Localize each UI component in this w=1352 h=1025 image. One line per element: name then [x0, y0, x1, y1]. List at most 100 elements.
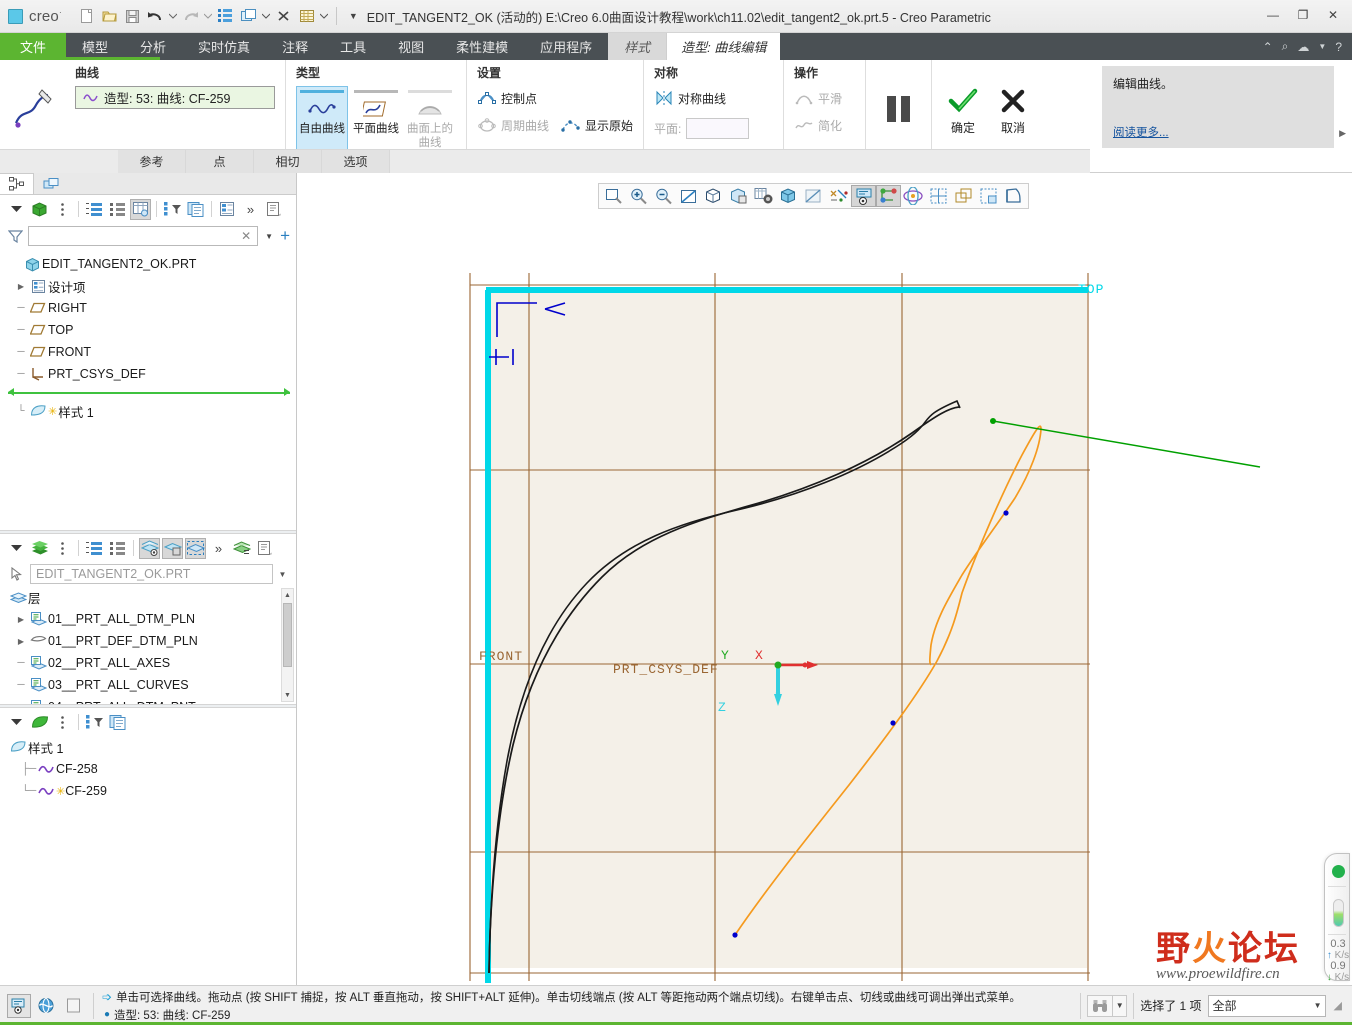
- layer-row-2[interactable]: ▶ 01__PRT_DEF_DTM_PLN: [0, 630, 296, 652]
- tab-annotate[interactable]: 注释: [266, 33, 324, 60]
- more-icon[interactable]: »: [240, 199, 261, 220]
- layer-list-scrollbar[interactable]: ▲ ▼: [281, 588, 294, 702]
- zoom-refit-icon[interactable]: [601, 185, 626, 207]
- help-icon[interactable]: ?: [1335, 40, 1342, 54]
- collapse-ribbon-icon[interactable]: ⌃: [1263, 40, 1273, 54]
- confirm-button[interactable]: 确定: [942, 80, 984, 136]
- window-switch-icon[interactable]: [238, 5, 260, 27]
- tab-flexible-modeling[interactable]: 柔性建模: [440, 33, 524, 60]
- layer-root-icon[interactable]: [29, 538, 50, 559]
- style-filter-icon[interactable]: [84, 712, 105, 733]
- binoculars-icon[interactable]: [1087, 994, 1114, 1017]
- tab-live-simulation[interactable]: 实时仿真: [182, 33, 266, 60]
- close-window-icon[interactable]: [273, 5, 295, 27]
- layers-dropdown-icon[interactable]: [319, 5, 330, 27]
- tab-model[interactable]: 模型: [66, 33, 124, 60]
- maximize-button[interactable]: ❐: [1288, 3, 1318, 27]
- collapse-all-icon[interactable]: [107, 538, 128, 559]
- zoom-in-icon[interactable]: [626, 185, 651, 207]
- model-tree-tab[interactable]: [0, 173, 34, 194]
- model-canvas[interactable]: TOP FRONT PRT_CSYS_DEF Y X Z: [297, 173, 1352, 985]
- tree-root-icon[interactable]: [29, 199, 50, 220]
- symmetry-plane-field[interactable]: [686, 117, 750, 139]
- clear-icon[interactable]: ✕: [238, 229, 254, 243]
- redo-dropdown-icon[interactable]: [203, 5, 214, 27]
- tree-node-front[interactable]: ─ FRONT: [0, 341, 296, 363]
- style-collapse-arrow-icon[interactable]: [6, 712, 27, 733]
- tab-tools[interactable]: 工具: [324, 33, 382, 60]
- split-view-icon[interactable]: [976, 185, 1001, 207]
- window-dropdown-icon[interactable]: [261, 5, 272, 27]
- subtab-references[interactable]: 参考: [118, 150, 186, 173]
- layer-menu-icon[interactable]: [52, 538, 73, 559]
- blank-toggle-icon[interactable]: [61, 994, 85, 1018]
- save-icon[interactable]: [122, 5, 144, 27]
- tree-node-top[interactable]: ─ TOP: [0, 319, 296, 341]
- tab-applications[interactable]: 应用程序: [524, 33, 608, 60]
- help-expand-icon[interactable]: ▶: [1339, 128, 1346, 139]
- layers-icon[interactable]: [296, 5, 318, 27]
- plus-icon[interactable]: +: [280, 227, 290, 244]
- tab-style[interactable]: 样式: [608, 33, 667, 60]
- undo-dropdown-icon[interactable]: [168, 5, 179, 27]
- style-curve-row-259[interactable]: └─ ✳ CF-259: [0, 780, 296, 802]
- tab-view[interactable]: 视图: [382, 33, 440, 60]
- layer-root-row[interactable]: 层: [0, 586, 296, 608]
- show-original-toggle[interactable]: 显示原始: [561, 113, 633, 137]
- subtab-options[interactable]: 选项: [322, 150, 390, 173]
- tree-node-style-1[interactable]: └ ✳ 样式 1: [0, 400, 296, 422]
- layer-display-icon[interactable]: [139, 537, 160, 559]
- expand-arrow-icon[interactable]: ▶: [14, 615, 28, 624]
- layer-props-icon[interactable]: [231, 538, 252, 559]
- layer-row-4[interactable]: ─ 03__PRT_ALL_CURVES: [0, 674, 296, 696]
- expand-all-icon[interactable]: [84, 538, 105, 559]
- layer-select-icon[interactable]: [185, 537, 206, 559]
- search-icon[interactable]: ⌕: [1282, 39, 1289, 54]
- new-document-icon[interactable]: [76, 5, 98, 27]
- account-icon[interactable]: ☁: [1297, 40, 1309, 54]
- zoom-out-icon[interactable]: [651, 185, 676, 207]
- expand-all-icon[interactable]: [84, 199, 105, 220]
- layer-collapse-arrow-icon[interactable]: [6, 538, 27, 559]
- tree-node-right[interactable]: ─ RIGHT: [0, 297, 296, 319]
- search-field[interactable]: [32, 229, 239, 243]
- style-curve-row-258[interactable]: ├─ CF-258: [0, 758, 296, 780]
- tree-node-design-items[interactable]: ▶ 设计项: [0, 275, 296, 297]
- design-items-icon[interactable]: [217, 199, 238, 220]
- saved-views-icon[interactable]: [726, 185, 751, 207]
- view-manager-icon[interactable]: [751, 185, 776, 207]
- tree-node-part[interactable]: EDIT_TANGENT2_OK.PRT: [0, 253, 296, 275]
- layer-tree-tab[interactable]: [34, 173, 68, 194]
- selected-curve-field[interactable]: 造型: 53: 曲线: CF-259: [75, 86, 275, 109]
- tree-menu-icon[interactable]: [52, 199, 73, 220]
- tree-collapse-arrow-icon[interactable]: [6, 199, 27, 220]
- chevron-down-icon[interactable]: ▼: [262, 232, 276, 241]
- layer-display-icon[interactable]: [951, 185, 976, 207]
- style-copy-icon[interactable]: [107, 712, 128, 733]
- view-orientation-icon[interactable]: [701, 185, 726, 207]
- close-button[interactable]: ✕: [1318, 3, 1348, 27]
- spin-center-toggle-icon[interactable]: [34, 994, 58, 1018]
- datum-display-icon[interactable]: [826, 185, 851, 207]
- scrollbar-thumb[interactable]: [283, 603, 292, 667]
- tab-file[interactable]: 文件: [0, 33, 67, 60]
- style-menu-icon[interactable]: [52, 712, 73, 733]
- model-tree-search-input[interactable]: ✕: [28, 226, 259, 246]
- subtab-points[interactable]: 点: [186, 150, 254, 173]
- more-icon[interactable]: »: [208, 538, 229, 559]
- graphics-viewport[interactable]: TOP FRONT PRT_CSYS_DEF Y X Z 0.3 ↑ K/s 0…: [297, 173, 1352, 985]
- tree-node-csys[interactable]: ─ PRT_CSYS_DEF: [0, 363, 296, 385]
- tree-columns-icon[interactable]: [130, 198, 151, 220]
- repaint-icon[interactable]: [676, 185, 701, 207]
- layer-isolate-icon[interactable]: [162, 537, 183, 559]
- control-points-toggle[interactable]: 控制点: [477, 86, 633, 110]
- tab-analysis[interactable]: 分析: [124, 33, 182, 60]
- expand-arrow-icon[interactable]: ▶: [14, 637, 28, 646]
- annotation-display-icon[interactable]: [851, 185, 876, 207]
- undo-icon[interactable]: [145, 5, 167, 27]
- layer-model-combo[interactable]: EDIT_TANGENT2_OK.PRT ▼: [0, 562, 296, 586]
- sketch-display-icon[interactable]: [1001, 185, 1026, 207]
- perspective-icon[interactable]: [801, 185, 826, 207]
- tree-filter-icon[interactable]: [162, 199, 183, 220]
- datum-points-display-icon[interactable]: [876, 185, 901, 207]
